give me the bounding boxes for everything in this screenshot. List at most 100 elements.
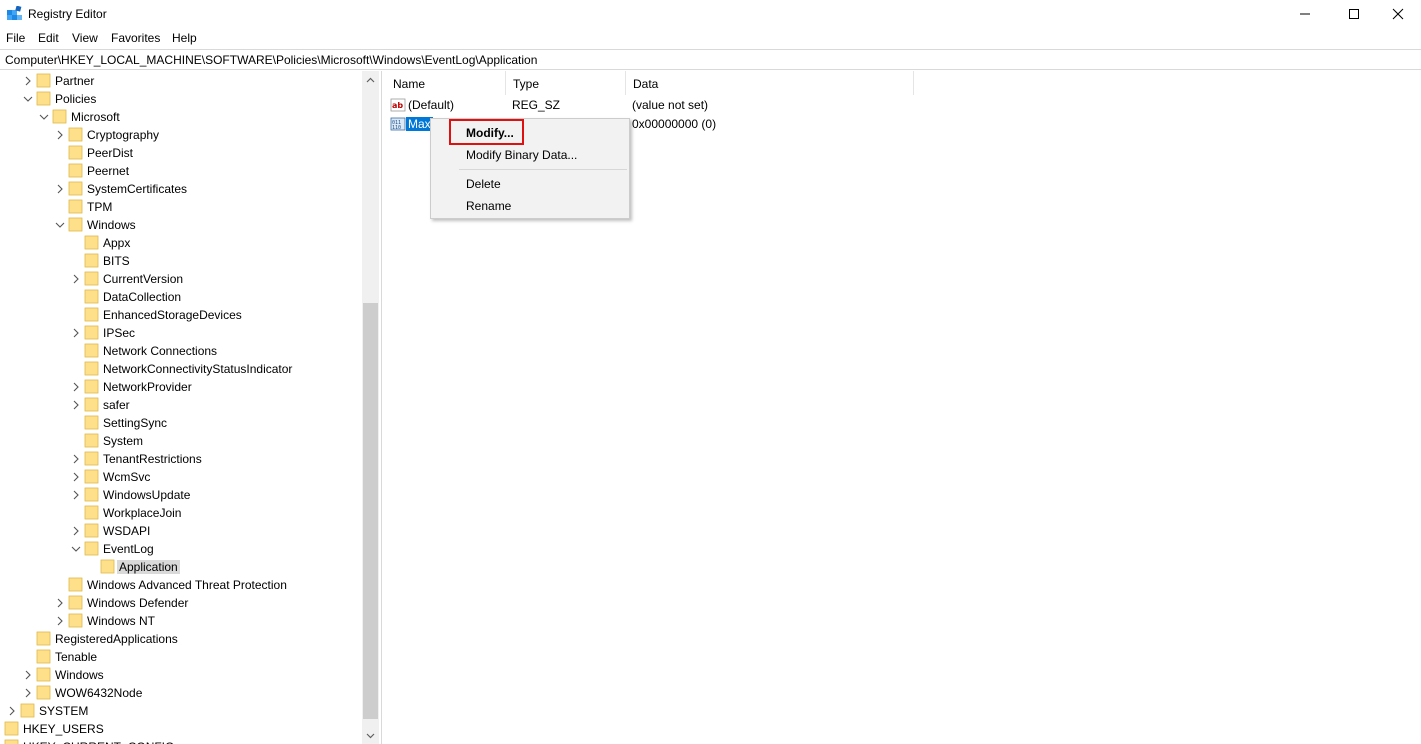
context-menu-modify-binary[interactable]: Modify Binary Data...	[432, 144, 628, 166]
tree-scroll-thumb[interactable]	[363, 303, 378, 719]
tree-item-label: Windows Defender	[87, 596, 189, 610]
tree-item[interactable]: Peernet	[0, 162, 360, 180]
tree-item-label: CurrentVersion	[103, 272, 184, 286]
tree-item-label: TenantRestrictions	[103, 452, 202, 466]
context-menu-delete[interactable]: Delete	[432, 173, 628, 195]
chevron-right-icon[interactable]	[70, 489, 82, 501]
chevron-right-icon[interactable]	[70, 453, 82, 465]
chevron-right-icon[interactable]	[70, 327, 82, 339]
tree-item[interactable]: Partner	[0, 72, 360, 90]
menu-help[interactable]: Help	[172, 31, 197, 45]
pane-splitter[interactable]	[381, 71, 385, 744]
column-header-data[interactable]: Data	[626, 71, 914, 95]
chevron-right-icon[interactable]	[54, 129, 66, 141]
chevron-right-icon[interactable]	[54, 597, 66, 609]
tree-item[interactable]: Microsoft	[0, 108, 360, 126]
column-header-name[interactable]: Name	[386, 71, 506, 95]
tree-item[interactable]: IPSec	[0, 324, 360, 342]
key-tree[interactable]: Partner Policies Microsoft Cryptography Peer…	[0, 71, 380, 744]
tree-item[interactable]: TPM	[0, 198, 360, 216]
tree-item[interactable]: SYSTEM	[0, 702, 360, 720]
tree-item[interactable]: Windows Defender	[0, 594, 360, 612]
chevron-right-icon[interactable]	[6, 705, 18, 717]
chevron-right-icon[interactable]	[70, 273, 82, 285]
column-header-type[interactable]: Type	[506, 71, 626, 95]
tree-item-label: Policies	[55, 92, 97, 106]
chevron-right-icon[interactable]	[22, 75, 34, 87]
chevron-right-icon[interactable]	[70, 471, 82, 483]
chevron-down-icon[interactable]	[70, 543, 82, 555]
close-icon	[1392, 8, 1404, 20]
tree-item[interactable]: Windows Advanced Threat Protection	[0, 576, 360, 594]
tree-item[interactable]: Application	[0, 558, 360, 576]
tree-item[interactable]: DataCollection	[0, 288, 360, 306]
tree-item-label: PeerDist	[87, 146, 134, 160]
tree-item[interactable]: RegisteredApplications	[0, 630, 360, 648]
menu-edit[interactable]: Edit	[38, 31, 59, 45]
context-menu-rename[interactable]: Rename	[432, 195, 628, 217]
tree-item[interactable]: TenantRestrictions	[0, 450, 360, 468]
menu-file[interactable]: File	[6, 31, 25, 45]
chevron-right-icon[interactable]	[70, 381, 82, 393]
tree-item[interactable]: Tenable	[0, 648, 360, 666]
menu-view[interactable]: View	[72, 31, 98, 45]
tree-item[interactable]: BITS	[0, 252, 360, 270]
scroll-down-button[interactable]	[362, 727, 379, 744]
chevron-right-icon[interactable]	[70, 399, 82, 411]
tree-item-label: Microsoft	[71, 110, 120, 124]
tree-item-label: System	[103, 434, 144, 448]
tree-item[interactable]: EnhancedStorageDevices	[0, 306, 360, 324]
tree-item[interactable]: WindowsUpdate	[0, 486, 360, 504]
chevron-right-icon[interactable]	[22, 669, 34, 681]
tree-item[interactable]: CurrentVersion	[0, 270, 360, 288]
tree-item-label: safer	[103, 398, 130, 412]
tree-item[interactable]: Windows	[0, 216, 360, 234]
tree-item[interactable]: SystemCertificates	[0, 180, 360, 198]
tree-item-label: IPSec	[103, 326, 136, 340]
scroll-up-button[interactable]	[362, 71, 379, 88]
chevron-right-icon[interactable]	[22, 687, 34, 699]
chevron-down-icon[interactable]	[22, 93, 34, 105]
registry-editor-app-icon	[7, 6, 22, 20]
maximize-button[interactable]	[1331, 0, 1377, 28]
minimize-button[interactable]	[1282, 0, 1328, 28]
menu-favorites[interactable]: Favorites	[111, 31, 160, 45]
tree-item-label: Windows	[87, 218, 136, 232]
tree-item[interactable]: Windows NT	[0, 612, 360, 630]
tree-item[interactable]: Windows	[0, 666, 360, 684]
tree-item-label: WcmSvc	[103, 470, 151, 484]
address-bar[interactable]: Computer\HKEY_LOCAL_MACHINE\SOFTWARE\Pol…	[0, 49, 1421, 70]
tree-item[interactable]: Network Connections	[0, 342, 360, 360]
tree-item-label: Windows NT	[87, 614, 156, 628]
tree-item[interactable]: WcmSvc	[0, 468, 360, 486]
chevron-right-icon[interactable]	[0, 723, 2, 735]
tree-item[interactable]: SettingSync	[0, 414, 360, 432]
tree-item[interactable]: HKEY_USERS	[0, 720, 360, 738]
chevron-right-icon[interactable]	[54, 183, 66, 195]
tree-item[interactable]: safer	[0, 396, 360, 414]
tree-item-label: Cryptography	[87, 128, 160, 142]
tree-item[interactable]: WorkplaceJoin	[0, 504, 360, 522]
tree-item[interactable]: WOW6432Node	[0, 684, 360, 702]
tree-item[interactable]: Appx	[0, 234, 360, 252]
close-button[interactable]	[1375, 0, 1421, 28]
tree-item[interactable]: PeerDist	[0, 144, 360, 162]
address-path[interactable]: Computer\HKEY_LOCAL_MACHINE\SOFTWARE\Pol…	[5, 53, 537, 67]
tree-item[interactable]: WSDAPI	[0, 522, 360, 540]
folder-icon	[68, 595, 83, 610]
context-menu-separator	[459, 169, 627, 170]
value-row[interactable]: ab (Default) REG_SZ (value not set)	[386, 96, 986, 114]
tree-item[interactable]: NetworkConnectivityStatusIndicator	[0, 360, 360, 378]
chevron-right-icon[interactable]	[70, 525, 82, 537]
column-header-name-label: Name	[393, 77, 426, 91]
tree-item[interactable]: HKEY_CURRENT_CONFIG	[0, 738, 360, 744]
chevron-down-icon[interactable]	[38, 111, 50, 123]
tree-item[interactable]: EventLog	[0, 540, 360, 558]
chevron-right-icon[interactable]	[54, 615, 66, 627]
tree-item[interactable]: NetworkProvider	[0, 378, 360, 396]
tree-item[interactable]: Policies	[0, 90, 360, 108]
chevron-down-icon[interactable]	[54, 219, 66, 231]
value-name: Max	[406, 117, 433, 131]
tree-item[interactable]: Cryptography	[0, 126, 360, 144]
tree-item[interactable]: System	[0, 432, 360, 450]
